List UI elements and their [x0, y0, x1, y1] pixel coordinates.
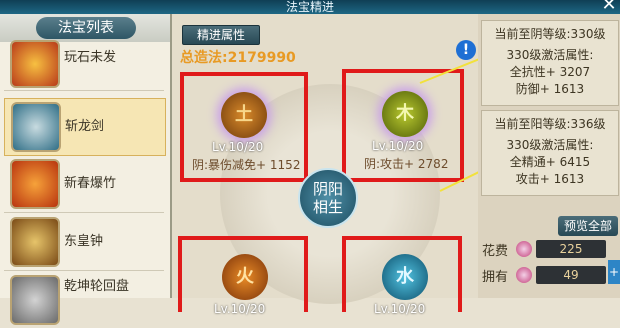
element-level: Lv.10/20: [372, 139, 424, 153]
list-item-label: 东皇钟: [64, 234, 104, 249]
coin-icon: [516, 241, 532, 257]
cost-label: 花费: [482, 244, 509, 259]
attr-line: 防御+ 1613: [515, 82, 585, 96]
sword-icon: [11, 102, 61, 152]
window-title: 法宝精进: [0, 0, 620, 14]
element-attr: 阴:暴伤减免+ 1152: [192, 158, 301, 172]
wood-element-icon: 木: [382, 91, 428, 137]
total-number: 2179990: [227, 50, 296, 66]
coin-icon: [516, 267, 532, 283]
wood-element-slot[interactable]: 木 Lv.10/20 阴:攻击+ 2782: [342, 69, 464, 182]
list-title: 法宝列表: [36, 17, 136, 39]
attr-line: 攻击+ 1613: [515, 172, 585, 186]
activate-attr-title: 330级激活属性:: [506, 138, 594, 152]
list-item[interactable]: 东皇钟: [4, 214, 164, 271]
cost-value: 225: [536, 240, 606, 258]
wheel-icon: [10, 275, 60, 325]
level-info-panel: ! 当前至阴等级:330级 330级激活属性: 全抗性+ 3207 防御+ 16…: [456, 14, 620, 298]
element-level: Lv.10/20: [212, 140, 264, 154]
list-item-label: 斩龙剑: [65, 119, 105, 134]
list-item[interactable]: 玩石未发: [4, 40, 164, 91]
list-item-label: 新春爆竹: [64, 176, 117, 191]
water-element-slot[interactable]: 水 Lv.10/20: [342, 236, 462, 316]
yang-level-text: 当前至阳等级:336级: [494, 117, 606, 131]
list-item[interactable]: 乾坤轮回盘: [4, 272, 164, 328]
attr-line: 全抗性+ 3207: [509, 65, 591, 79]
yang-level-card: 当前至阳等级:336级 330级激活属性: 全精通+ 6415 攻击+ 1613: [481, 110, 619, 196]
treasure-list-panel: 法宝列表 玩石未发 斩龙剑 新春爆竹 东皇钟 乾坤轮回盘: [0, 14, 172, 325]
refine-attr-button[interactable]: 精进属性: [182, 25, 260, 45]
total-label: 总造法:: [180, 50, 228, 66]
fire-element-slot[interactable]: 火 Lv.10/20: [178, 236, 308, 316]
firecracker-icon: [10, 159, 60, 209]
element-level: Lv.10/20: [374, 302, 426, 316]
bell-icon: [10, 217, 60, 267]
own-label: 拥有: [482, 270, 509, 285]
list-item-label: 玩石未发: [64, 50, 117, 65]
list-item-selected[interactable]: 斩龙剑: [4, 98, 166, 156]
fire-element-icon: 火: [222, 254, 268, 300]
refine-panel: 精进属性 总造法:2179990 土 Lv.10/20 阴:暴伤减免+ 1152…: [172, 14, 478, 316]
info-icon[interactable]: !: [456, 40, 476, 60]
list-item[interactable]: 新春爆竹: [4, 156, 164, 213]
yin-level-card: 当前至阴等级:330级 330级激活属性: 全抗性+ 3207 防御+ 1613: [481, 20, 619, 106]
yin-level-text: 当前至阴等级:330级: [494, 27, 606, 41]
close-icon[interactable]: ✕: [600, 0, 618, 14]
element-level: Lv.10/20: [214, 302, 266, 316]
center-label: 阴阳相生: [312, 180, 343, 216]
element-attr: 阴:攻击+ 2782: [364, 157, 449, 171]
total-value: 总造法:2179990: [180, 47, 296, 67]
treasure-icon: [10, 40, 60, 88]
preview-all-button[interactable]: 预览全部: [558, 216, 618, 236]
plus-icon[interactable]: +: [608, 260, 620, 284]
attr-line: 全精通+ 6415: [509, 155, 591, 169]
yin-yang-center-button[interactable]: 阴阳相生: [298, 168, 358, 228]
water-element-icon: 水: [382, 254, 428, 300]
own-value: 49: [536, 266, 606, 284]
earth-element-icon: 土: [221, 92, 267, 138]
activate-attr-title: 330级激活属性:: [506, 48, 594, 62]
list-header: 法宝列表: [0, 14, 170, 42]
earth-element-slot[interactable]: 土 Lv.10/20 阴:暴伤减免+ 1152: [180, 72, 308, 182]
